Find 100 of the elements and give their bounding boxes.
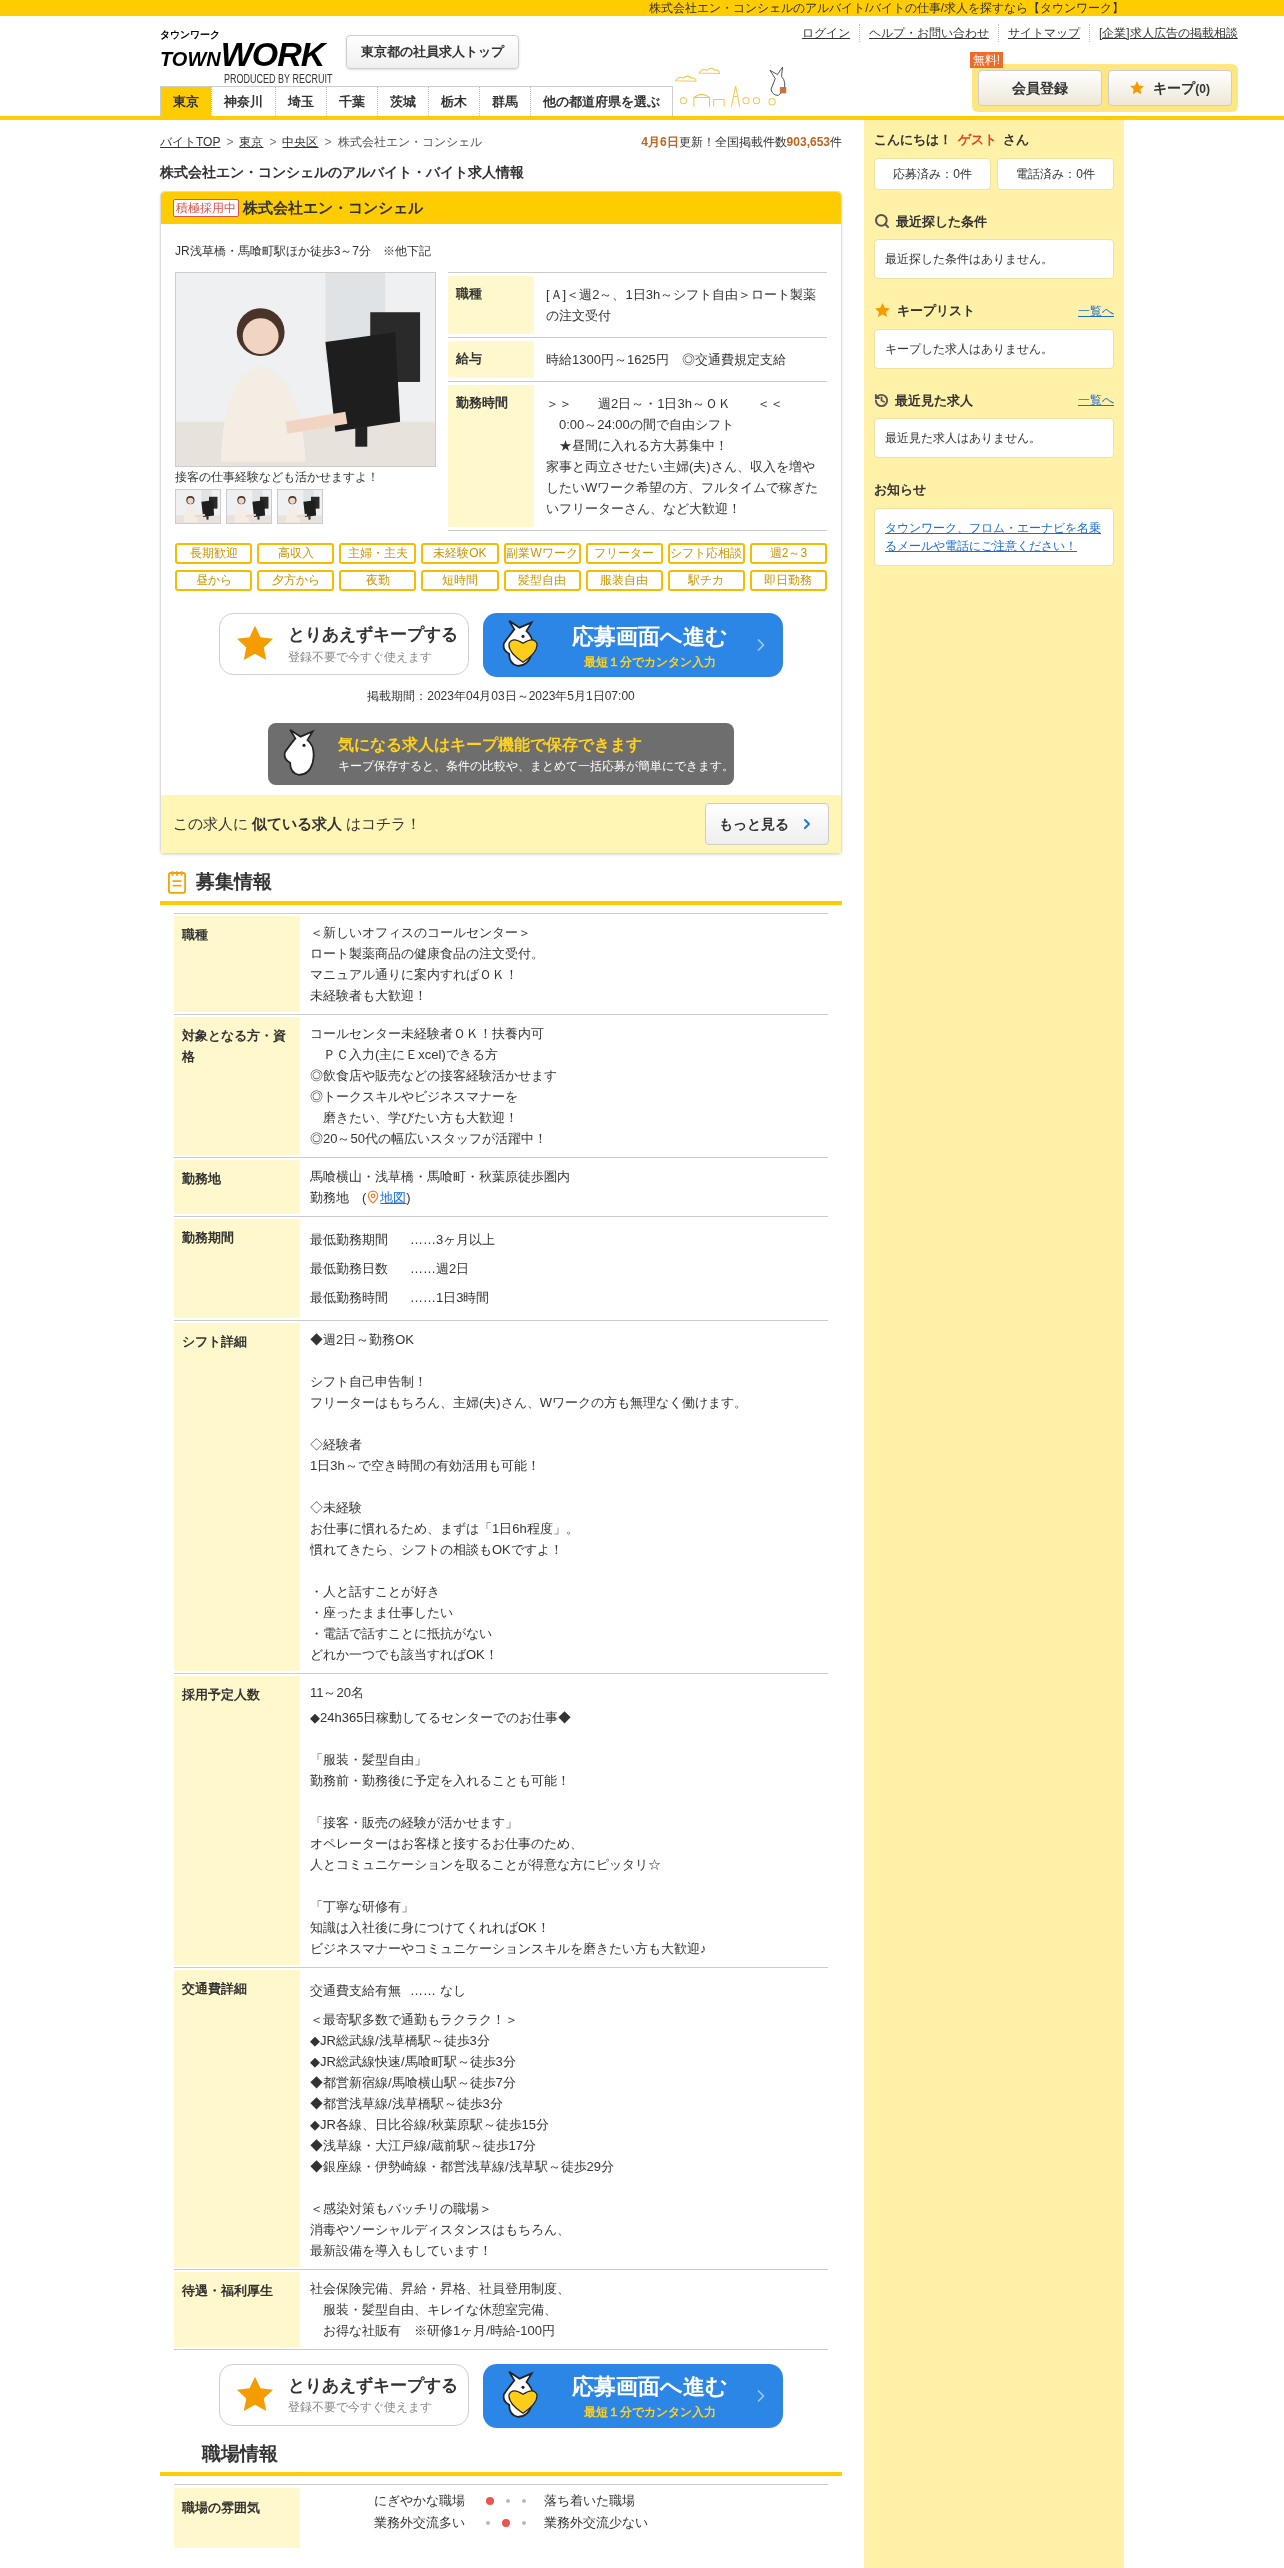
breadcrumb-item[interactable]: 株式会社エン・コンシェル — [337, 133, 482, 151]
counter-box[interactable]: 電話済み：0件 — [997, 157, 1114, 190]
detail-text: ◆銀座線・伊勢崎線・都営浅草線/浅草駅～徒歩29分 — [310, 2157, 616, 2176]
detail-text: ビジネスマナーやコミュニケーションスキルを磨きたい方も大歓迎♪ — [310, 1939, 708, 1958]
detail-text: 社会保険完備、昇給・昇格、社員登用制度、 — [310, 2279, 571, 2298]
detail-text: ◆浅草線・大江戸線/蔵前駅～徒歩17分 — [310, 2136, 538, 2155]
star-icon — [1129, 80, 1146, 96]
keep-subtitle: 登録不要で今すぐ使えます — [288, 2399, 432, 2417]
empty-message: キープした求人はありません。 — [885, 341, 1053, 356]
keep-title: とりあえずキープする — [288, 2374, 458, 2397]
sidebar-heading: お知らせ — [874, 481, 926, 499]
empty-message: 最近見た求人はありません。 — [885, 431, 1041, 445]
member-register-button[interactable]: 会員登録 — [977, 70, 1102, 106]
map-pin-icon — [366, 1189, 381, 1205]
breadcrumb-item[interactable]: バイトTOP — [160, 133, 221, 151]
detail-text: ◆週2日～勤務OK — [310, 1330, 415, 1349]
row-label: 勤務期間 — [174, 1218, 300, 1318]
detail-text: 最新設備を導入もしています！ — [310, 2241, 493, 2260]
summary-label: 勤務時間 — [448, 385, 534, 527]
detail-text: 磨きたい、学びたい方も大歓迎！ — [322, 1108, 519, 1127]
apply-button[interactable]: 応募画面へ進む 最短１分でカンタン入力 — [483, 613, 783, 677]
detail-text: 未経験者も大歓迎！ — [310, 986, 428, 1005]
map-link[interactable]: 地図 — [380, 1186, 407, 1208]
notice-link[interactable]: タウンワーク、フロム・エーナビを名乗るメールや電話にご注意ください！ — [885, 518, 1103, 555]
breadcrumb-item[interactable]: 東京 — [239, 133, 264, 151]
header-link[interactable]: ヘルプ・お問い合わせ — [859, 24, 998, 42]
thumbnail[interactable] — [226, 489, 272, 524]
listing-count: 903,653 — [786, 134, 830, 151]
search-icon — [874, 213, 890, 230]
section-heading: 募集情報 — [196, 870, 272, 894]
breadcrumb-item[interactable]: 中央区 — [282, 133, 319, 151]
detail-text: 馬喰横山・浅草橋・馬喰町・秋葉原徒歩圏内 — [310, 1167, 571, 1186]
hiring-badge: 積極採用中 — [173, 199, 239, 217]
apply-button[interactable]: 応募画面へ進む 最短１分でカンタン入力 — [483, 2363, 783, 2428]
detail-value: ……1日3時間 — [410, 1288, 490, 1307]
detail-text: 「接客・販売の経験が活かせます」 — [310, 1813, 519, 1832]
paren-text: ) — [406, 1188, 411, 1207]
section-heading: 職場情報 — [202, 2441, 279, 2466]
header-link[interactable]: サイトマップ — [998, 24, 1089, 42]
logo-town-text: TOWN — [160, 48, 221, 72]
detail-text: ◎20～50代の幅広いスタッフが活躍中！ — [310, 1129, 548, 1148]
view-all-link[interactable]: 一覧へ — [1078, 301, 1114, 320]
keep-button[interactable]: とりあえずキープする 登録不要で今すぐ使えます — [219, 2363, 469, 2426]
sidebar-heading: 最近見た求人 — [895, 391, 973, 410]
summary-text: 家事と両立させたい主婦(夫)さん、収入を増やしたいWワーク希望の方、フルタイムで稼ぎたいフリーターさん、など大歓迎！ — [546, 458, 819, 518]
user-name: ゲスト — [958, 131, 997, 149]
detail-label: 交通費支給有無 — [310, 1981, 402, 2000]
row-label: 採用予定人数 — [174, 1675, 300, 1965]
scale-right-label: 落ち着いた職場 — [544, 2492, 635, 2511]
update-text: 更新！全国掲載件数 — [678, 134, 787, 151]
summary-label: 職種 — [448, 276, 534, 334]
keep-button[interactable]: とりあえずキープする 登録不要で今すぐ使えます — [219, 613, 469, 675]
keep-subtitle: 登録不要で今すぐ使えます — [288, 648, 432, 666]
region-tab[interactable]: 東京 — [161, 87, 211, 116]
apply-subtitle: 最短１分でカンタン入力 — [584, 2404, 716, 2421]
detail-value: …… なし — [410, 1981, 466, 2000]
detail-text: ◎トークスキルやビジネスマナーを — [310, 1087, 519, 1106]
detail-text: ＰＣ入力(主にＥxcel)できる方 — [322, 1045, 499, 1064]
row-label: 対象となる方・資格 — [174, 1016, 300, 1155]
logo-byline: PRODUCED BY RECRUIT — [223, 73, 332, 85]
detail-label: 最低勤務期間 — [310, 1230, 389, 1249]
detail-label: 最低勤務時間 — [310, 1288, 389, 1307]
detail-value: ……週2日 — [410, 1259, 470, 1278]
thumbnail[interactable] — [175, 489, 221, 524]
logo-work-text: WORK — [220, 40, 325, 68]
summary-label: 給与 — [448, 341, 534, 378]
detail-text: どれか一つでも該当すればOK！ — [310, 1645, 499, 1664]
sidebar-heading: 最近探した条件 — [896, 212, 987, 231]
header-link[interactable]: ログイン — [793, 24, 859, 42]
notepad-icon — [168, 870, 186, 895]
breadcrumb-separator: > — [226, 134, 234, 151]
detail-text: 人とコミュニケーションを取ることが得意な方にピッタリ☆ — [310, 1855, 662, 1874]
view-all-link[interactable]: 一覧へ — [1078, 391, 1114, 410]
keep-list-button[interactable]: キープ(0) — [1107, 70, 1232, 106]
detail-text: ◆都営浅草線/浅草橋駅～徒歩3分 — [310, 2094, 504, 2113]
row-label: 待遇・福利厚生 — [174, 2271, 300, 2347]
detail-value: ……3ヶ月以上 — [410, 1230, 496, 1249]
detail-text: コールセンター未経験者ＯＫ！扶養内可 — [310, 1024, 545, 1043]
detail-text: ・電話で話すことに抵抗がない — [310, 1624, 493, 1643]
greeting-text: こんにちは！ — [874, 131, 952, 149]
location-label: 勤務地 ( — [310, 1188, 367, 1207]
header-link[interactable]: [企業]求人広告の掲載相談 — [1089, 24, 1238, 42]
employer-top-button[interactable]: 東京都の社員求人トップ — [346, 35, 519, 69]
detail-text: 知識は入社後に身につけてくれればOK！ — [310, 1918, 551, 1937]
keep-banner-title: 気になる求人はキープ機能で保存できます — [338, 735, 643, 756]
summary-text: [Ａ]＜週2～、1日3h～シフト自由＞ロート製薬の注文受付 — [546, 286, 818, 325]
thumbnail[interactable] — [277, 489, 323, 524]
detail-text: ・人と話すことが好き — [310, 1582, 441, 1601]
detail-text: シフト自己申告制！ — [310, 1372, 428, 1391]
scale-left-label: 業務外交流多い — [374, 2514, 466, 2533]
detail-text: 服装・髪型自由、キレイな休憩室完備、 — [322, 2300, 558, 2319]
more-button[interactable]: もっと見る — [705, 803, 829, 845]
detail-text: 慣れてきたら、シフトの相談もOKですよ！ — [310, 1540, 564, 1559]
row-label: 職種 — [174, 915, 300, 1012]
top-bar-text: 株式会社エン・コンシェルのアルバイト/バイトの仕事/求人を探すなら【タウンワーク】 — [649, 0, 1124, 16]
detail-text: ＜感染対策もバッチリの職場＞ — [310, 2199, 493, 2218]
similar-jobs-text: この求人に 似ている求人 はコチラ！ — [173, 813, 422, 834]
counter-box[interactable]: 応募済み：0件 — [874, 157, 991, 190]
summary-text: 時給1300円～1625円 ◎交通費規定支給 — [546, 351, 787, 369]
detail-text: オペレーターはお客様と接するお仕事のため、 — [310, 1834, 584, 1853]
